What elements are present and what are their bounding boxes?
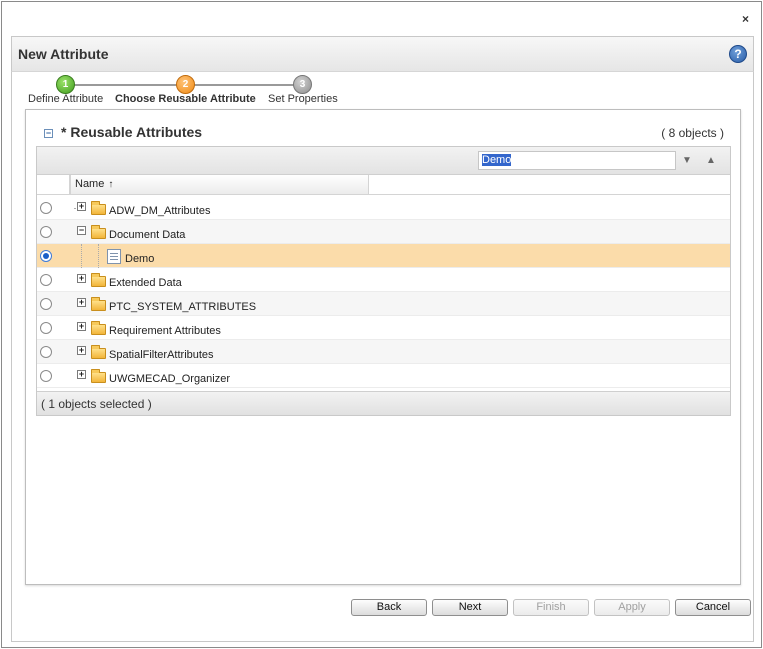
table-header: Name ↑	[37, 175, 730, 195]
search-input[interactable]: Demo	[478, 151, 676, 170]
finish-button[interactable]: Finish	[513, 599, 589, 616]
table-row[interactable]: + Extended Data	[37, 268, 730, 292]
row-radio[interactable]	[40, 322, 52, 334]
row-label: Requirement Attributes	[109, 325, 221, 337]
table-row[interactable]: Demo	[37, 244, 730, 268]
table-body: + ADW_DM_Attributes − Document Data Demo…	[37, 196, 730, 388]
cancel-button[interactable]: Cancel	[675, 599, 751, 616]
step-3-indicator[interactable]: 3	[293, 75, 312, 94]
attribute-icon	[107, 249, 121, 264]
back-button[interactable]: Back	[351, 599, 427, 616]
table-row[interactable]: + PTC_SYSTEM_ATTRIBUTES	[37, 292, 730, 316]
row-radio[interactable]	[40, 226, 52, 238]
row-radio[interactable]	[40, 250, 52, 262]
table-toolbar: Demo ▼ ▲	[37, 147, 730, 175]
step-connector	[74, 84, 186, 86]
expand-icon[interactable]: +	[77, 346, 86, 355]
step-2-indicator[interactable]: 2	[176, 75, 195, 94]
table-row[interactable]: − Document Data	[37, 220, 730, 244]
row-radio[interactable]	[40, 370, 52, 382]
row-label: SpatialFilterAttributes	[109, 349, 214, 361]
folder-icon	[91, 321, 106, 335]
row-radio[interactable]	[40, 274, 52, 286]
row-label: Demo	[125, 253, 155, 265]
help-icon[interactable]: ?	[729, 45, 747, 63]
row-radio[interactable]	[40, 346, 52, 358]
step-2-label[interactable]: Choose Reusable Attribute	[115, 93, 256, 105]
sort-ascending-icon: ↑	[108, 179, 114, 190]
row-radio[interactable]	[40, 202, 52, 214]
wizard-content: 1 2 3 Define Attribute Choose Reusable A…	[11, 71, 754, 642]
table-row[interactable]: + ADW_DM_Attributes	[37, 196, 730, 220]
collapse-icon[interactable]: −	[77, 226, 86, 235]
folder-icon	[91, 345, 106, 359]
step-3-label[interactable]: Set Properties	[268, 93, 338, 105]
tree-connector	[81, 244, 82, 268]
collapse-icon[interactable]: −	[44, 129, 53, 138]
selection-status: ( 1 objects selected )	[37, 391, 730, 415]
select-column-header	[37, 175, 70, 194]
table-row[interactable]: + SpatialFilterAttributes	[37, 340, 730, 364]
row-label: UWGMECAD_Organizer	[109, 373, 231, 385]
next-button[interactable]: Next	[432, 599, 508, 616]
folder-icon	[91, 369, 106, 383]
name-column-header[interactable]: Name ↑	[70, 175, 369, 194]
table-row[interactable]: + UWGMECAD_Organizer	[37, 364, 730, 388]
collapse-all-icon[interactable]: ▲	[704, 154, 718, 168]
expand-icon[interactable]: +	[77, 274, 86, 283]
attributes-table: Demo ▼ ▲ Name ↑ + ADW_DM_Attributes − Do…	[36, 146, 731, 416]
expand-icon[interactable]: +	[77, 322, 86, 331]
section-title: * Reusable Attributes	[61, 124, 203, 140]
row-label: Document Data	[109, 229, 186, 241]
row-radio[interactable]	[40, 298, 52, 310]
table-row[interactable]: + Requirement Attributes	[37, 316, 730, 340]
filter-icon[interactable]: ▼	[680, 154, 694, 168]
dialog-window: × New Attribute ? 1 2 3 Define Attribute…	[1, 1, 762, 648]
close-icon[interactable]: ×	[742, 12, 749, 26]
folder-icon	[91, 273, 106, 287]
step-1-label[interactable]: Define Attribute	[28, 93, 103, 105]
step-1-indicator[interactable]: 1	[56, 75, 75, 94]
dialog-title-bar: New Attribute ?	[11, 36, 754, 71]
step-connector	[194, 84, 306, 86]
expand-icon[interactable]: +	[77, 370, 86, 379]
row-label: ADW_DM_Attributes	[109, 205, 211, 217]
folder-icon	[91, 225, 106, 239]
expand-icon[interactable]: +	[77, 202, 86, 211]
tree-connector	[98, 244, 99, 268]
apply-button[interactable]: Apply	[594, 599, 670, 616]
object-count: ( 8 objects )	[661, 126, 724, 140]
folder-icon	[91, 201, 106, 215]
row-label: PTC_SYSTEM_ATTRIBUTES	[109, 301, 257, 313]
row-label: Extended Data	[109, 277, 182, 289]
name-column-label: Name	[75, 178, 105, 190]
search-value: Demo	[482, 154, 512, 166]
reusable-attributes-panel: − * Reusable Attributes ( 8 objects ) De…	[25, 109, 741, 585]
dialog-title: New Attribute	[18, 46, 109, 62]
expand-icon[interactable]: +	[77, 298, 86, 307]
folder-icon	[91, 297, 106, 311]
